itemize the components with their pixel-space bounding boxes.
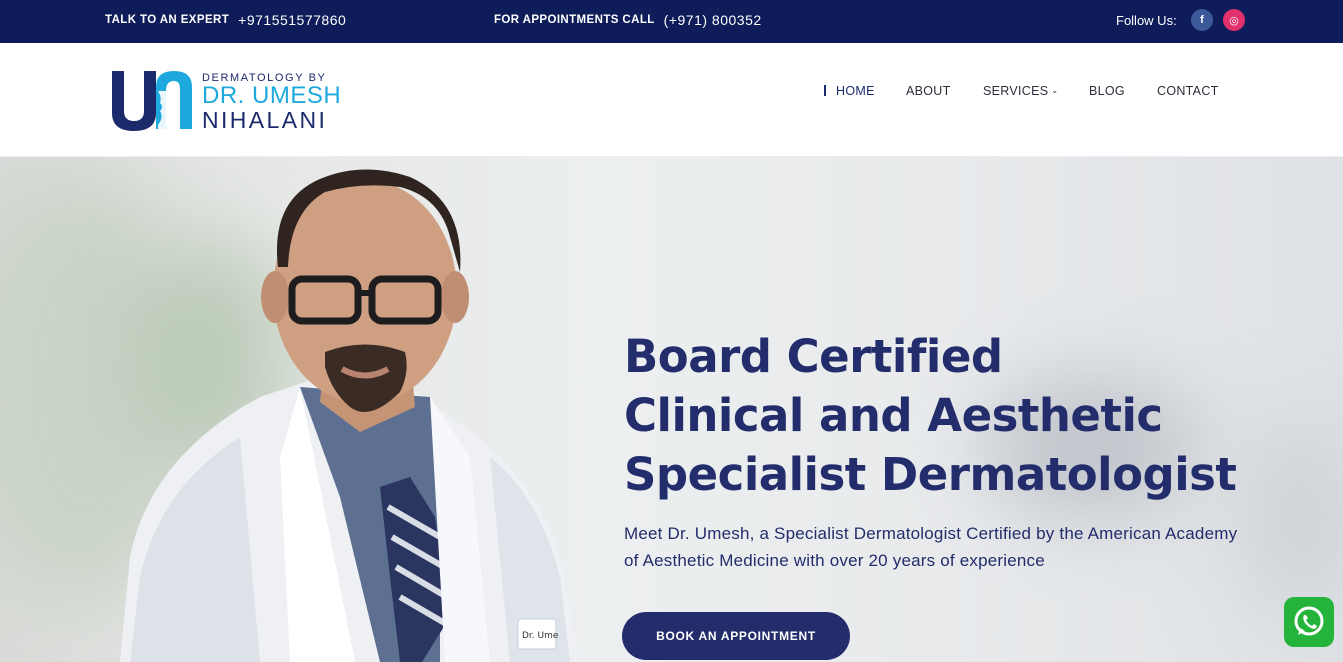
nav-item-services-label: SERVICES — [983, 84, 1049, 98]
hero-heading-line-3: Specialist Dermatologist — [624, 448, 1237, 501]
doctor-name-badge-text: Dr. Ume — [522, 631, 559, 641]
whatsapp-icon[interactable] — [1284, 597, 1334, 647]
facebook-glyph: f — [1200, 14, 1204, 26]
expert-phone-link[interactable]: +971551577860 — [238, 12, 346, 28]
nav-item-home[interactable]: HOME — [836, 81, 875, 101]
hero-heading-line-1: Board Certified — [624, 330, 1003, 383]
nav-item-services[interactable]: SERVICES ⌄ — [983, 81, 1058, 101]
hero-section: Dr. Ume Board Certified Clinical and Aes… — [0, 157, 1343, 662]
follow-us-label: Follow Us: — [1116, 12, 1177, 28]
follow-us: Follow Us: — [1116, 0, 1177, 40]
main-nav: HOME ABOUT SERVICES ⌄ BLOG CONTACT — [0, 81, 1343, 101]
doctor-portrait-image: Dr. Ume — [120, 169, 580, 662]
nav-item-about[interactable]: ABOUT — [906, 81, 951, 101]
appointments-phone-link[interactable]: (+971) 800352 — [664, 12, 762, 28]
top-bar: TALK TO AN EXPERT +971551577860 FOR APPO… — [0, 0, 1343, 43]
instagram-icon[interactable]: ◎ — [1223, 9, 1245, 31]
nav-active-indicator — [824, 85, 826, 96]
book-appointment-button[interactable]: BOOK AN APPOINTMENT — [622, 612, 850, 660]
site-header: DERMATOLOGY BY DR. UMESH NIHALANI HOME A… — [0, 43, 1343, 157]
nav-item-contact[interactable]: CONTACT — [1157, 81, 1219, 101]
hero-heading: Board Certified Clinical and Aesthetic S… — [624, 327, 1314, 504]
facebook-icon[interactable]: f — [1191, 9, 1213, 31]
appointments-contact: FOR APPOINTMENTS CALL (+971) 800352 — [494, 0, 762, 40]
whatsapp-glyph — [1294, 606, 1324, 636]
expert-contact: TALK TO AN EXPERT +971551577860 — [105, 0, 346, 40]
hero-subtext: Meet Dr. Umesh, a Specialist Dermatologi… — [624, 524, 1238, 570]
chevron-down-icon: ⌄ — [1051, 86, 1059, 95]
hero-heading-line-2: Clinical and Aesthetic — [624, 389, 1163, 442]
appointments-label: FOR APPOINTMENTS CALL — [494, 14, 655, 26]
instagram-glyph: ◎ — [1229, 14, 1239, 27]
logo-name-last: NIHALANI — [202, 107, 328, 133]
expert-label: TALK TO AN EXPERT — [105, 14, 230, 26]
nav-item-blog[interactable]: BLOG — [1089, 81, 1125, 101]
